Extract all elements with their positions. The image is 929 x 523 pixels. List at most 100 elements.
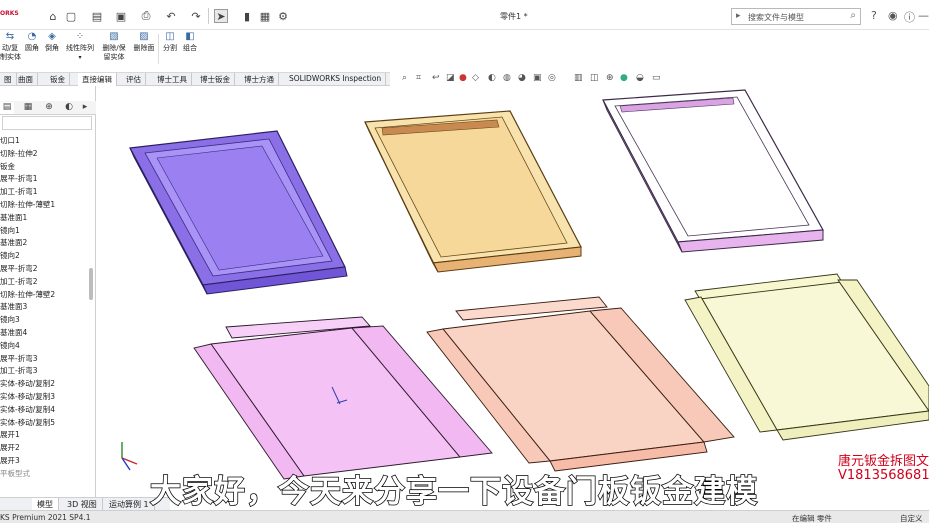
dynamic-annotation-icon[interactable]: ● [459, 73, 467, 85]
select-arrow-icon[interactable]: ➤ [214, 9, 228, 23]
dimxpert-tab-icon[interactable]: ◐ [62, 102, 76, 114]
file-properties-icon[interactable]: ▦ [258, 9, 272, 23]
feature-tree: 切口1 切除-拉伸2 钣金 展平-折弯1 加工-折弯1 切除-拉伸-薄壁1 基准面1 镜向1 基… [0, 135, 88, 481]
tab-motion-study[interactable]: 运动算例 1 [104, 498, 155, 510]
tab-doctor-square-tube[interactable]: 博士方通 [240, 73, 279, 86]
tab-solidworks-inspection[interactable]: SOLIDWORKS Inspection [285, 73, 387, 86]
tree-item[interactable]: 切除-拉伸2 [0, 148, 88, 161]
tree-item[interactable]: 镜向3 [0, 314, 88, 327]
view-orientation-icon[interactable]: ◇ [472, 73, 479, 85]
tree-item[interactable]: 加工-折弯3 [0, 365, 88, 378]
tree-item[interactable]: 镜向1 [0, 225, 88, 238]
home-icon[interactable]: ⌂ [46, 9, 60, 23]
delete-body-icon: ▧ [109, 31, 119, 42]
tree-item[interactable]: 加工-折弯2 [0, 276, 88, 289]
units-custom-text[interactable]: 自定义 [900, 513, 923, 523]
tree-item[interactable]: 基准面1 [0, 212, 88, 225]
tree-item[interactable]: 实体-移动/复制5 [0, 417, 88, 430]
tree-item[interactable]: 展开3 [0, 455, 88, 468]
tree-item[interactable]: 切除-拉伸-薄壁2 [0, 289, 88, 302]
tree-item[interactable]: 平板型式 [0, 468, 88, 481]
tree-item[interactable]: 实体-移动/复制3 [0, 391, 88, 404]
tab-sheet-metal[interactable]: 钣金 [46, 73, 70, 86]
orange-door-panel[interactable] [364, 110, 582, 273]
view-settings-icon[interactable]: ◎ [548, 73, 556, 85]
tree-item[interactable]: 实体-移动/复制4 [0, 404, 88, 417]
split-button[interactable]: ◫ 分割 [160, 32, 180, 53]
tree-item[interactable]: 实体-移动/复制2 [0, 378, 88, 391]
open-file-icon[interactable]: ▤ [90, 9, 104, 23]
combine-button[interactable]: ◧ 组合 [180, 32, 200, 53]
tree-item[interactable]: 基准面4 [0, 327, 88, 340]
tree-item[interactable]: 镜向2 [0, 250, 88, 263]
help-circle-icon[interactable]: ⓘ [904, 9, 915, 25]
tab-model[interactable]: 模型 [32, 498, 59, 510]
tree-item[interactable]: 切口1 [0, 135, 88, 148]
view-cube-icon[interactable]: ◫ [590, 73, 599, 85]
tab-evaluate[interactable]: 评估 [122, 73, 146, 86]
tab-surfaces[interactable]: 曲面 [14, 73, 38, 86]
separator [208, 8, 209, 24]
chamfer-button[interactable]: ◈ 倒角 [41, 32, 63, 53]
tree-item[interactable]: 展开2 [0, 442, 88, 455]
panel-more-icon[interactable]: ▸ [78, 102, 92, 114]
rotate-view-icon[interactable]: ⊕ [606, 73, 614, 85]
tree-item[interactable]: 展平-折弯1 [0, 173, 88, 186]
tree-item[interactable]: 切除-拉伸-薄壁1 [0, 199, 88, 212]
print-icon[interactable]: ⎙ [139, 9, 153, 23]
tree-item[interactable]: 镜向4 [0, 340, 88, 353]
user-icon[interactable]: ◉ [888, 9, 898, 22]
tab-direct-editing[interactable]: 直接编辑 [78, 73, 117, 86]
tab-doctor-tools[interactable]: 博士工具 [153, 73, 192, 86]
undo-icon[interactable]: ↶ [164, 9, 178, 23]
minimize-icon[interactable]: — [918, 9, 929, 22]
feature-tree-tab-icon[interactable]: ▤ [0, 102, 14, 114]
fillet-button[interactable]: ◔ 圆角 [21, 32, 43, 53]
delete-keep-body-button[interactable]: ▧ 删除/保 留实体 [100, 32, 128, 62]
tree-item[interactable]: 钣金 [0, 161, 88, 174]
cream-flat-pattern[interactable] [684, 273, 929, 441]
tree-item[interactable]: 展平-折弯3 [0, 353, 88, 366]
fillet-icon: ◔ [27, 31, 37, 42]
tree-filter-input[interactable] [2, 116, 92, 130]
app-logo: ORKS [0, 10, 19, 17]
tab-3d-views[interactable]: 3D 视图 [62, 498, 103, 510]
monitor-icon[interactable]: ▭ [652, 73, 661, 85]
previous-view-icon[interactable]: ↩ [432, 73, 440, 85]
tree-item[interactable]: 展平-折弯2 [0, 263, 88, 276]
tree-scrollbar[interactable] [89, 268, 93, 300]
tab-doctor-sheet-metal[interactable]: 博士钣金 [196, 73, 235, 86]
tree-item[interactable]: 加工-折弯1 [0, 186, 88, 199]
configuration-manager-tab-icon[interactable]: ⊕ [42, 102, 56, 114]
property-manager-tab-icon[interactable]: ▦ [21, 102, 35, 114]
section-view-icon[interactable]: ◪ [446, 73, 455, 85]
appearance-sphere-icon[interactable]: ● [620, 73, 628, 85]
linear-pattern-button[interactable]: ⁘ 线性阵列 ▾ [64, 32, 96, 62]
save-icon[interactable]: ▣ [114, 9, 128, 23]
redo-icon[interactable]: ↷ [189, 9, 203, 23]
new-file-icon[interactable]: ▢ [64, 9, 78, 23]
search-scope-icon[interactable]: ▸ [736, 11, 741, 21]
zoom-area-icon[interactable]: ⌗ [416, 73, 421, 85]
search-icon[interactable]: ⌕ [850, 10, 856, 21]
white-door-panel[interactable] [602, 89, 824, 253]
zoom-to-fit-icon[interactable]: ⌕ [402, 73, 407, 85]
tree-item[interactable]: 基准面2 [0, 237, 88, 250]
help-icon[interactable]: ? [871, 9, 877, 22]
edit-appearance-icon[interactable]: ◕ [518, 73, 526, 85]
display-pane-icon[interactable]: ▥ [574, 73, 583, 85]
tree-item[interactable]: 基准面3 [0, 301, 88, 314]
options-gear-icon[interactable]: ⚙ [276, 9, 290, 23]
search-box[interactable]: ▸ 搜索文件与模型 ⌕ [731, 8, 861, 25]
rebuild-icon[interactable]: ▮ [240, 9, 254, 23]
tree-item[interactable]: 展开1 [0, 429, 88, 442]
hide-show-icon[interactable]: ◍ [503, 73, 511, 85]
apply-scene-icon[interactable]: ▣ [533, 73, 542, 85]
edit-mode-text: 在编辑 零件 [792, 514, 832, 523]
scene-icon[interactable]: ◒ [636, 73, 644, 85]
purple-door-panel[interactable] [129, 130, 348, 295]
graphics-viewport[interactable] [97, 86, 929, 510]
move-copy-body-button[interactable]: ⇆ 动/复 制实体 [0, 32, 21, 62]
delete-face-button[interactable]: ▨ 删除面 [130, 32, 158, 53]
display-style-icon[interactable]: ◐ [488, 73, 496, 85]
